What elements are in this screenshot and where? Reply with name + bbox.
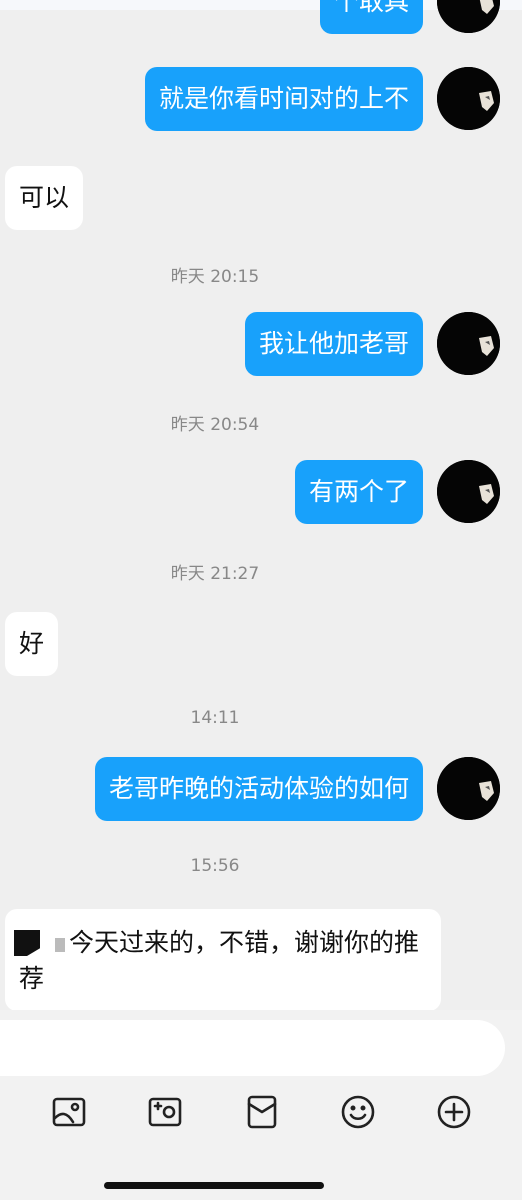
timestamp: 昨天 21:27 <box>170 564 260 584</box>
message-outgoing[interactable]: 就是你看时间对的上不 <box>144 67 423 131</box>
timestamp: 15:56 <box>190 856 240 876</box>
message-text: 有两个了 <box>308 477 409 506</box>
timestamp: 昨天 20:54 <box>170 415 260 435</box>
home-indicator <box>104 1182 324 1189</box>
chat-area[interactable]: 个取具 就是你看时间对的上不 可以 昨天 20:15 我让他加老哥 昨天 20:… <box>0 0 522 1010</box>
message-input[interactable] <box>0 1020 505 1076</box>
plus-icon[interactable] <box>436 1094 472 1130</box>
input-bar <box>0 1010 522 1080</box>
emoji-icon[interactable] <box>340 1094 376 1130</box>
message-text: 就是你看时间对的上不 <box>158 84 409 113</box>
camera-icon[interactable] <box>147 1094 183 1130</box>
avatar[interactable] <box>437 0 500 33</box>
message-incoming[interactable]: 今天过来的，不错，谢谢你的推荐 <box>5 909 441 1010</box>
message-text: 今天过来的，不错，谢谢你的推荐 <box>19 928 420 993</box>
bottom-toolbar <box>0 1080 522 1200</box>
sticker-overlay <box>55 938 65 952</box>
message-incoming[interactable]: 可以 <box>5 166 84 230</box>
message-text: 老哥昨晚的活动体验的如何 <box>108 774 409 803</box>
message-text: 个取具 <box>333 0 409 16</box>
message-outgoing[interactable]: 有两个了 <box>294 460 423 524</box>
timestamp: 14:11 <box>190 708 240 728</box>
message-text: 可以 <box>19 183 70 212</box>
message-outgoing[interactable]: 个取具 <box>319 0 423 34</box>
message-text: 我让他加老哥 <box>258 329 409 358</box>
avatar[interactable] <box>437 67 500 130</box>
message-outgoing[interactable]: 我让他加老哥 <box>244 312 423 376</box>
message-incoming[interactable]: 好 <box>5 612 59 676</box>
timestamp: 昨天 20:15 <box>170 267 260 287</box>
avatar[interactable] <box>437 312 500 375</box>
image-icon[interactable] <box>51 1094 87 1130</box>
avatar[interactable] <box>437 757 500 820</box>
message-text: 好 <box>19 629 45 658</box>
red-packet-icon[interactable] <box>244 1094 280 1130</box>
message-outgoing[interactable]: 老哥昨晚的活动体验的如何 <box>94 757 423 821</box>
avatar[interactable] <box>437 460 500 523</box>
